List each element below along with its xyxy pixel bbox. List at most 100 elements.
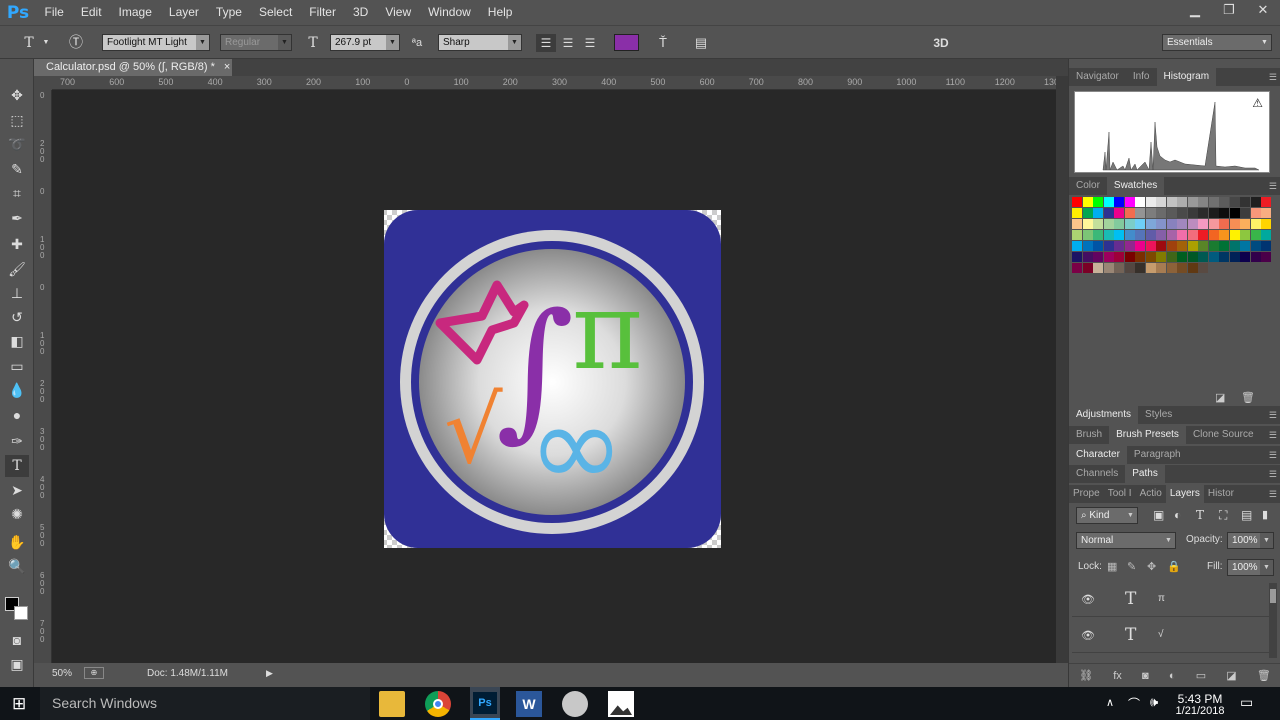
panel-menu-icon[interactable]: ☰ [1269,68,1277,86]
color-swatch[interactable] [1177,263,1187,273]
hand-tool-icon[interactable]: ✋ [5,531,29,553]
tab-paragraph[interactable]: Paragraph [1127,446,1188,464]
color-swatch[interactable] [1229,252,1240,262]
windows-start-icon[interactable]: ⊞ [12,694,26,714]
network-icon[interactable]: ⌒ [1128,695,1140,712]
color-swatch[interactable] [1166,252,1177,262]
marquee-tool-icon[interactable]: ⬚ [5,109,29,131]
color-swatch[interactable] [1177,252,1187,262]
workspace-dropdown[interactable]: Essentials ▼ [1162,34,1272,51]
color-swatch[interactable] [1093,263,1103,273]
color-swatch[interactable] [1135,208,1145,218]
blend-mode-dropdown[interactable]: Normal ▼ [1076,532,1176,549]
color-swatch[interactable] [1072,230,1082,240]
menu-view[interactable]: View [377,0,420,25]
color-swatch[interactable] [1219,241,1229,251]
color-swatch[interactable] [1250,197,1261,207]
clone-stamp-tool-icon[interactable]: ⊥ [5,282,29,304]
menu-file[interactable]: File [36,0,72,25]
color-swatch[interactable] [1114,208,1124,218]
color-swatch[interactable] [1103,197,1114,207]
color-swatch[interactable] [1187,252,1198,262]
word-icon[interactable]: W [516,691,542,717]
history-brush-tool-icon[interactable]: ↺ [5,306,29,328]
color-swatch[interactable] [1082,241,1093,251]
tab-clone-source[interactable]: Clone Source [1186,426,1261,444]
color-swatch[interactable] [1198,230,1208,240]
color-swatch[interactable] [1261,252,1271,262]
color-swatch[interactable] [1187,219,1198,229]
font-family-dropdown[interactable]: Footlight MT Light ▼ [102,34,210,51]
menu-help[interactable]: Help [479,0,521,25]
horizontal-ruler[interactable]: 700 600 500 400 300 200 100 0 100 200 300 400 500 600… [52,76,1103,90]
close-tab-icon[interactable]: × [224,61,230,73]
character-panel-icon[interactable]: ▤ [690,34,712,52]
panel-menu-icon[interactable]: ☰ [1269,426,1277,444]
color-swatch[interactable] [1166,241,1177,251]
align-center-icon[interactable]: ☰ [558,34,578,52]
color-swatch[interactable] [1240,241,1250,251]
status-menu-arrow-icon[interactable]: ▶ [266,668,273,679]
color-swatch[interactable] [1250,208,1261,218]
color-swatch[interactable] [1135,241,1145,251]
filter-smart-object-icon[interactable]: ▤ [1241,508,1252,522]
color-swatch[interactable] [1198,241,1208,251]
color-swatch[interactable] [1156,197,1166,207]
notifications-icon[interactable]: ▭ [1240,694,1253,711]
color-swatch[interactable] [1261,208,1271,218]
paint-icon[interactable] [562,691,588,717]
lasso-tool-icon[interactable]: ➰ [5,133,29,155]
menu-layer[interactable]: Layer [160,0,207,25]
panel-menu-icon[interactable]: ☰ [1269,446,1277,464]
warning-icon[interactable]: ⚠ [1252,96,1263,110]
color-swatch[interactable] [1166,219,1177,229]
color-swatch[interactable] [1198,208,1208,218]
tab-swatches[interactable]: Swatches [1106,177,1165,195]
color-swatch[interactable] [1082,230,1093,240]
filter-type-icon[interactable]: T [1196,508,1204,522]
color-swatch[interactable] [1156,230,1166,240]
type-tool-icon[interactable]: T [5,455,29,477]
minimize-button[interactable]: ▁ [1178,0,1212,20]
color-swatch[interactable] [1208,241,1219,251]
color-swatch[interactable] [1219,230,1229,240]
menu-filter[interactable]: Filter [301,0,345,25]
color-swatch[interactable] [1082,252,1093,262]
color-swatch[interactable] [1187,263,1198,273]
color-swatch[interactable] [1124,197,1135,207]
document-canvas[interactable]: ∫ π ∞ √ [52,90,1056,663]
tab-histogram[interactable]: Histogram [1156,68,1217,86]
fill-input[interactable]: 100% ▼ [1227,559,1274,576]
color-swatch[interactable] [1082,263,1093,273]
color-swatch[interactable] [1145,263,1156,273]
color-swatch[interactable] [1208,252,1219,262]
trash-icon[interactable]: 🗑 [1257,669,1271,682]
taskbar-search[interactable]: Search Windows [40,687,370,720]
move-tool-icon[interactable]: ✥ [5,84,29,106]
color-swatch[interactable] [1187,241,1198,251]
color-swatch[interactable] [1145,241,1156,251]
color-swatch[interactable] [1166,197,1177,207]
color-swatch[interactable] [1177,208,1187,218]
color-swatch[interactable] [1135,230,1145,240]
color-swatch[interactable] [1156,252,1166,262]
color-swatch[interactable] [1240,197,1250,207]
adjustment-layer-icon[interactable]: ◐ [1169,670,1176,682]
color-swatch[interactable] [1156,241,1166,251]
color-swatch[interactable] [1229,241,1240,251]
panel-menu-icon[interactable]: ☰ [1269,406,1277,424]
color-swatch[interactable] [1114,230,1124,240]
menu-3d[interactable]: 3D [344,0,376,25]
tab-paths[interactable]: Paths [1125,465,1165,483]
tray-up-icon[interactable]: ∧ [1106,696,1114,709]
close-button[interactable]: ✕ [1246,0,1280,20]
color-swatch[interactable] [1103,230,1114,240]
color-swatch[interactable] [1072,263,1082,273]
color-swatch[interactable] [1114,263,1124,273]
color-swatch[interactable] [1229,219,1240,229]
color-swatch[interactable] [1082,208,1093,218]
menu-window[interactable]: Window [420,0,480,25]
color-swatch[interactable] [1187,230,1198,240]
color-swatch[interactable] [1103,208,1114,218]
volume-icon[interactable]: 🕪 [1150,694,1158,710]
